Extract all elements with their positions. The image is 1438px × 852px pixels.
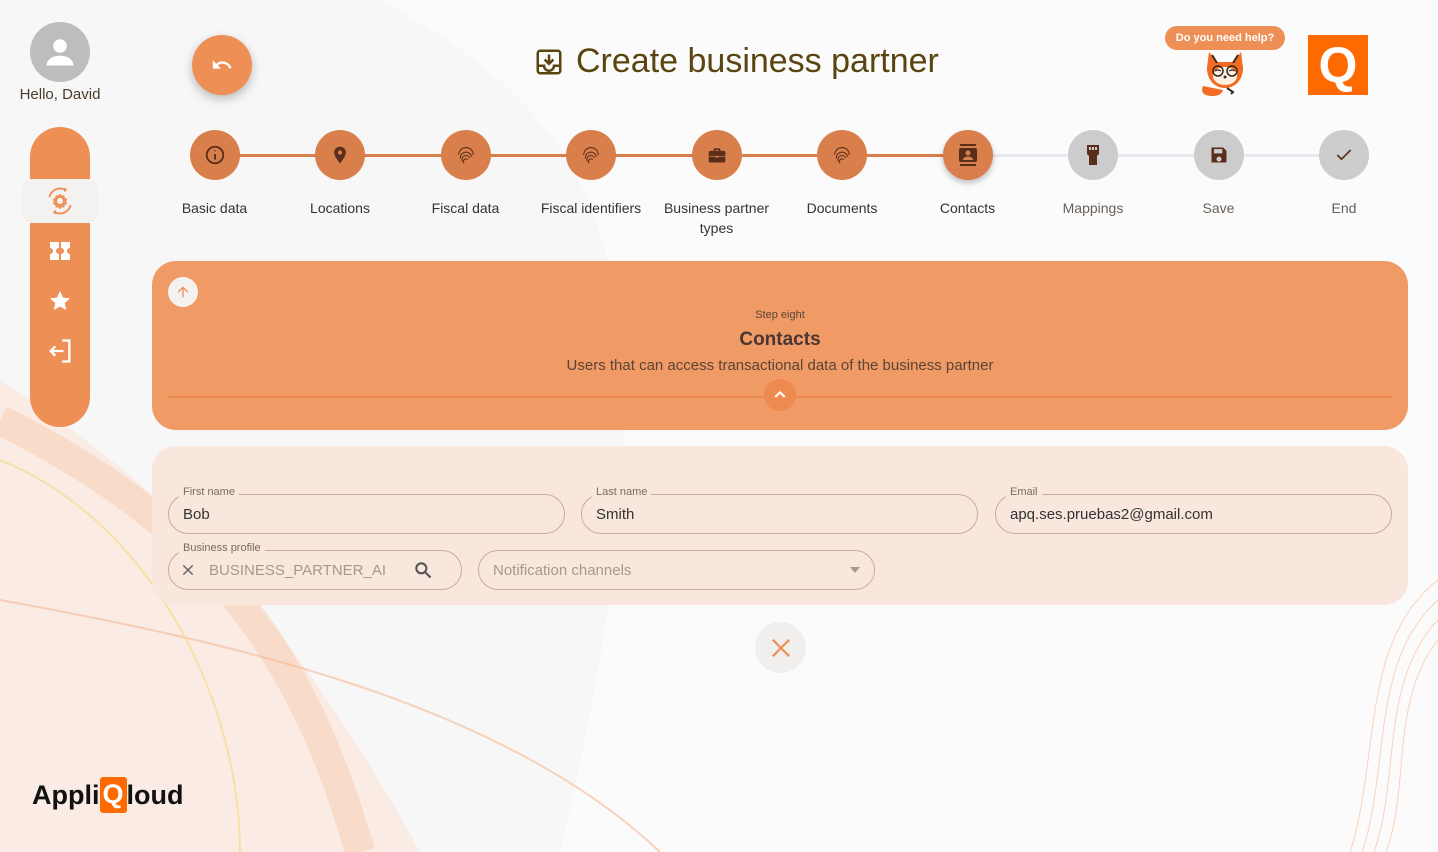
close-icon — [771, 638, 790, 657]
sidebar-nav — [22, 127, 98, 427]
step-end[interactable]: End — [1282, 130, 1407, 218]
arrow-up-icon — [177, 286, 189, 298]
step-fiscal-data[interactable]: Fiscal data — [403, 130, 528, 218]
notification-channels-placeholder: Notification channels — [493, 561, 632, 579]
search-icon[interactable] — [413, 560, 433, 580]
step-subtitle: Step eight — [755, 309, 805, 321]
close-button[interactable] — [755, 622, 806, 673]
save-icon — [1211, 147, 1226, 163]
sidebar-item-settings-sync[interactable] — [22, 179, 98, 223]
star-icon — [50, 291, 70, 311]
sidebar-item-tickets[interactable] — [30, 229, 90, 273]
email-label: Email — [1006, 486, 1042, 498]
step-label: Save — [1202, 200, 1235, 216]
step-description: Users that can access transactional data… — [566, 357, 994, 374]
logout-icon — [49, 339, 71, 363]
business-profile-value: BUSINESS_PARTNER_AI — [209, 561, 387, 579]
collapse-button[interactable] — [764, 379, 796, 411]
back-button[interactable] — [192, 35, 252, 95]
step-label: Documents — [806, 200, 878, 216]
clear-icon[interactable] — [181, 563, 195, 577]
ticket-icon — [50, 242, 70, 260]
step-documents[interactable]: Documents — [780, 130, 905, 218]
step-title: Contacts — [739, 329, 821, 350]
page-title-text: Create business partner — [576, 42, 939, 80]
chevron-up-icon — [774, 390, 786, 398]
info-icon — [205, 145, 224, 165]
app-logo: Q — [1308, 35, 1368, 95]
email-input[interactable] — [1010, 505, 1377, 523]
step-fiscal-identifiers[interactable]: Fiscal identifiers — [529, 130, 654, 218]
step-label: End — [1331, 200, 1357, 216]
account-circle-icon — [30, 22, 90, 82]
fox-mascot-icon — [1202, 52, 1243, 96]
step-label: Locations — [310, 200, 370, 216]
step-label: Mappings — [1062, 200, 1124, 216]
step-label: Business partner types — [663, 200, 770, 236]
last-name-input[interactable] — [596, 505, 963, 523]
step-contacts[interactable]: Contacts — [905, 130, 1030, 218]
undo-icon — [212, 60, 232, 69]
first-name-field[interactable]: First name — [168, 486, 565, 534]
first-name-label: First name — [179, 486, 239, 498]
fingerprint-icon — [583, 147, 599, 164]
brand-prefix: Appli — [32, 779, 100, 810]
contact-form: First name Last name Email Business prof… — [152, 446, 1408, 605]
appliqloud-logo: Appli Q loud — [32, 777, 184, 813]
step-label: Basic data — [181, 200, 248, 216]
user-profile[interactable]: Hello, David — [0, 22, 120, 103]
last-name-label: Last name — [592, 486, 652, 498]
stepper: Basic data Locations Fiscal data Fiscal … — [152, 130, 1408, 240]
step-basic-data[interactable]: Basic data — [152, 130, 277, 218]
step-label: Fiscal identifiers — [540, 200, 642, 216]
user-greeting: Hello, David — [19, 86, 101, 103]
step-locations[interactable]: Locations — [278, 130, 403, 218]
step-business-partner-types[interactable]: Business partner types — [654, 130, 779, 238]
location-pin-icon — [334, 146, 346, 164]
check-icon — [1336, 149, 1352, 161]
brand-suffix: loud — [126, 779, 184, 810]
inbox-download-icon — [536, 49, 562, 74]
fingerprint-icon — [457, 147, 474, 164]
page-title: Create business partner — [534, 42, 939, 81]
sidebar-item-favorites[interactable] — [30, 279, 90, 323]
settings-sync-icon — [48, 187, 72, 215]
step-mappings[interactable]: Mappings — [1031, 130, 1156, 218]
business-profile-field[interactable]: Business profile BUSINESS_PARTNER_AI — [168, 542, 462, 590]
step-label: Fiscal data — [431, 200, 500, 216]
email-field[interactable]: Email — [995, 486, 1392, 534]
step-save[interactable]: Save — [1156, 130, 1281, 218]
dropdown-arrow-icon — [850, 567, 860, 573]
brand-q: Q — [99, 777, 127, 813]
last-name-field[interactable]: Last name — [581, 486, 978, 534]
sidebar-item-logout[interactable] — [30, 329, 90, 373]
briefcase-icon — [708, 148, 725, 163]
business-profile-label: Business profile — [179, 542, 265, 554]
step-info-panel: Step eight Contacts Users that can acces… — [152, 261, 1408, 430]
contact-card-icon — [958, 144, 977, 166]
fingerprint-icon — [834, 147, 850, 164]
help-assistant[interactable]: Do you need help? — [1165, 26, 1285, 98]
step-label: Contacts — [939, 200, 996, 216]
scroll-up-button[interactable] — [168, 277, 198, 307]
connector-icon — [1087, 145, 1099, 165]
first-name-input[interactable] — [183, 505, 550, 523]
notification-channels-select[interactable]: Notification channels — [478, 550, 875, 590]
